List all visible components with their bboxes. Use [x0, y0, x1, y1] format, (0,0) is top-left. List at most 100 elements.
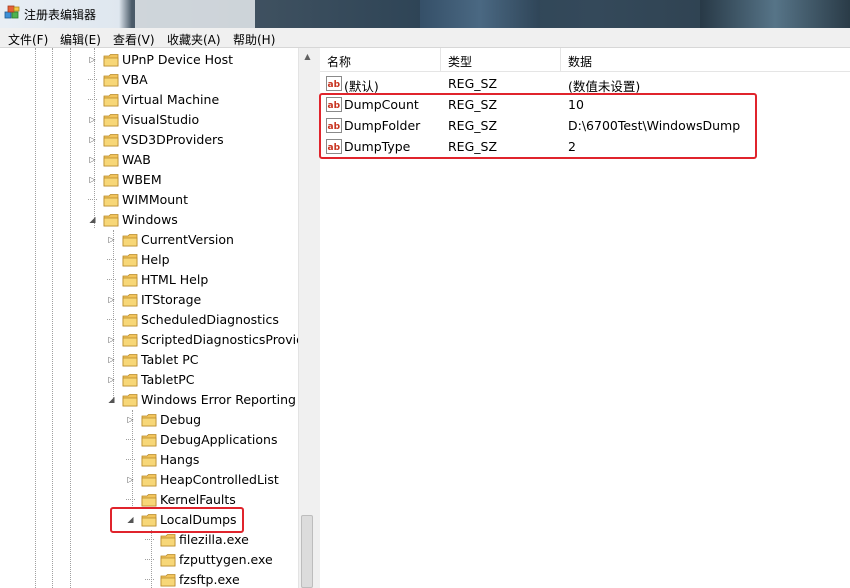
column-header-name[interactable]: 名称	[320, 48, 441, 72]
expand-arrow-icon[interactable]: ▷	[107, 335, 116, 344]
tree-item[interactable]: ▷ WAB	[0, 150, 300, 170]
string-value-icon: ab	[326, 76, 342, 91]
value-type: REG_SZ	[448, 76, 498, 91]
tree-item-label: Windows Error Reporting	[141, 392, 296, 407]
folder-icon	[141, 473, 157, 487]
collapse-arrow-icon[interactable]: ◢	[107, 395, 116, 404]
collapse-arrow-icon[interactable]: ◢	[126, 515, 135, 524]
tree-item[interactable]: filezilla.exe	[0, 530, 300, 550]
tree-item-label: VBA	[122, 72, 148, 87]
tree-item[interactable]: ▷ UPnP Device Host	[0, 50, 300, 70]
folder-icon	[160, 533, 176, 547]
values-list[interactable]: 名称 类型 数据 ab (默认) REG_SZ (数值未设置) ab DumpCount R…	[320, 48, 850, 588]
expand-arrow-icon[interactable]: ▷	[88, 155, 97, 164]
tree-item-label: DebugApplications	[160, 432, 278, 447]
tree-item[interactable]: ◢ Windows	[0, 210, 300, 230]
value-row[interactable]: ab DumpType REG_SZ 2	[320, 136, 850, 157]
expand-arrow-icon[interactable]: ▷	[126, 475, 135, 484]
tree-item-label: WBEM	[122, 172, 162, 187]
tree-item[interactable]: ▷ VisualStudio	[0, 110, 300, 130]
value-data: (数值未设置)	[568, 79, 641, 94]
folder-icon	[141, 413, 157, 427]
tree-item[interactable]: ▷ VSD3DProviders	[0, 130, 300, 150]
tree-connector	[145, 575, 154, 584]
menu-edit[interactable]: 编辑(E)	[60, 31, 101, 48]
expand-arrow-icon[interactable]: ▷	[107, 375, 116, 384]
tree-connector	[126, 435, 135, 444]
tree-item-label: ScheduledDiagnostics	[141, 312, 279, 327]
tree-item-label: LocalDumps	[160, 512, 237, 527]
tree-item-label: filezilla.exe	[179, 532, 249, 547]
tree-item[interactable]: ▷ WBEM	[0, 170, 300, 190]
value-data: D:\6700Test\WindowsDump	[568, 118, 741, 133]
tree-item-label: UPnP Device Host	[122, 52, 234, 67]
value-type: REG_SZ	[448, 118, 498, 133]
expand-arrow-icon[interactable]: ▷	[107, 355, 116, 364]
column-header-data[interactable]: 数据	[561, 48, 850, 72]
value-row[interactable]: ab DumpFolder REG_SZ D:\6700Test\WindowsDum…	[320, 115, 850, 136]
tree-item[interactable]: Hangs	[0, 450, 300, 470]
tree-item[interactable]: WIMMount	[0, 190, 300, 210]
menu-view[interactable]: 查看(V)	[113, 31, 155, 48]
tree-connector	[88, 195, 97, 204]
tree-item[interactable]: KernelFaults	[0, 490, 300, 510]
registry-tree[interactable]: ▷ UPnP Device Host VBA Virtual Machine ▷ Visu…	[0, 48, 315, 588]
expand-arrow-icon[interactable]: ▷	[88, 115, 97, 124]
folder-icon	[122, 233, 138, 247]
tree-item[interactable]: Help	[0, 250, 300, 270]
folder-icon	[103, 193, 119, 207]
tree-item[interactable]: ▷ TabletPC	[0, 370, 300, 390]
registry-editor-icon	[4, 5, 20, 19]
window-title: 注册表编辑器	[24, 8, 97, 22]
tree-item[interactable]: fzputtygen.exe	[0, 550, 300, 570]
tree-item[interactable]: HTML Help	[0, 270, 300, 290]
scroll-up-arrow-icon[interactable]: ▲	[299, 48, 316, 65]
scroll-thumb[interactable]	[301, 515, 313, 588]
tree-item[interactable]: ▷ CurrentVersion	[0, 230, 300, 250]
value-name: DumpFolder	[344, 118, 421, 133]
tree-item[interactable]: ▷ Tablet PC	[0, 350, 300, 370]
folder-icon	[122, 393, 138, 407]
folder-icon	[122, 333, 138, 347]
tree-scrollbar[interactable]: ▲	[298, 48, 315, 588]
folder-icon	[141, 453, 157, 467]
tree-item[interactable]: DebugApplications	[0, 430, 300, 450]
tree-item-label: fzputtygen.exe	[179, 552, 273, 567]
expand-arrow-icon[interactable]: ▷	[88, 175, 97, 184]
value-data: 10	[568, 97, 584, 112]
tree-item[interactable]: ▷ ITStorage	[0, 290, 300, 310]
tree-item-label: Tablet PC	[141, 352, 199, 367]
tree-connector	[107, 275, 116, 284]
expand-arrow-icon[interactable]: ▷	[88, 55, 97, 64]
value-row[interactable]: ab DumpCount REG_SZ 10	[320, 94, 850, 115]
tree-item[interactable]: ▷ HeapControlledList	[0, 470, 300, 490]
tree-connector	[107, 315, 116, 324]
tree-item[interactable]: ▷ Debug	[0, 410, 300, 430]
tree-item[interactable]: ScheduledDiagnostics	[0, 310, 300, 330]
collapse-arrow-icon[interactable]: ◢	[88, 215, 97, 224]
value-name: DumpCount	[344, 97, 419, 112]
value-row[interactable]: ab (默认) REG_SZ (数值未设置)	[320, 73, 850, 94]
expand-arrow-icon[interactable]: ▷	[88, 135, 97, 144]
tree-item-label: WIMMount	[122, 192, 189, 207]
tree-item[interactable]: fzsftp.exe	[0, 570, 300, 588]
column-header-type[interactable]: 类型	[441, 48, 561, 72]
menu-help[interactable]: 帮助(H)	[233, 31, 275, 48]
tree-item-label: fzsftp.exe	[179, 572, 240, 587]
expand-arrow-icon[interactable]: ▷	[107, 295, 116, 304]
expand-arrow-icon[interactable]: ▷	[107, 235, 116, 244]
folder-icon	[141, 513, 157, 527]
tree-item[interactable]: ◢ LocalDumps	[0, 510, 300, 530]
menu-file[interactable]: 文件(F)	[8, 31, 48, 48]
svg-text:ab: ab	[328, 80, 341, 90]
tree-item[interactable]: VBA	[0, 70, 300, 90]
tree-item[interactable]: Virtual Machine	[0, 90, 300, 110]
tree-item-label: Help	[141, 252, 170, 267]
titlebar-decoration	[700, 0, 850, 28]
titlebar-decoration	[420, 0, 540, 28]
tree-item[interactable]: ◢ Windows Error Reporting	[0, 390, 300, 410]
expand-arrow-icon[interactable]: ▷	[126, 415, 135, 424]
folder-icon	[103, 153, 119, 167]
menu-favorites[interactable]: 收藏夹(A)	[167, 31, 221, 48]
tree-item[interactable]: ▷ ScriptedDiagnosticsProvide	[0, 330, 311, 350]
